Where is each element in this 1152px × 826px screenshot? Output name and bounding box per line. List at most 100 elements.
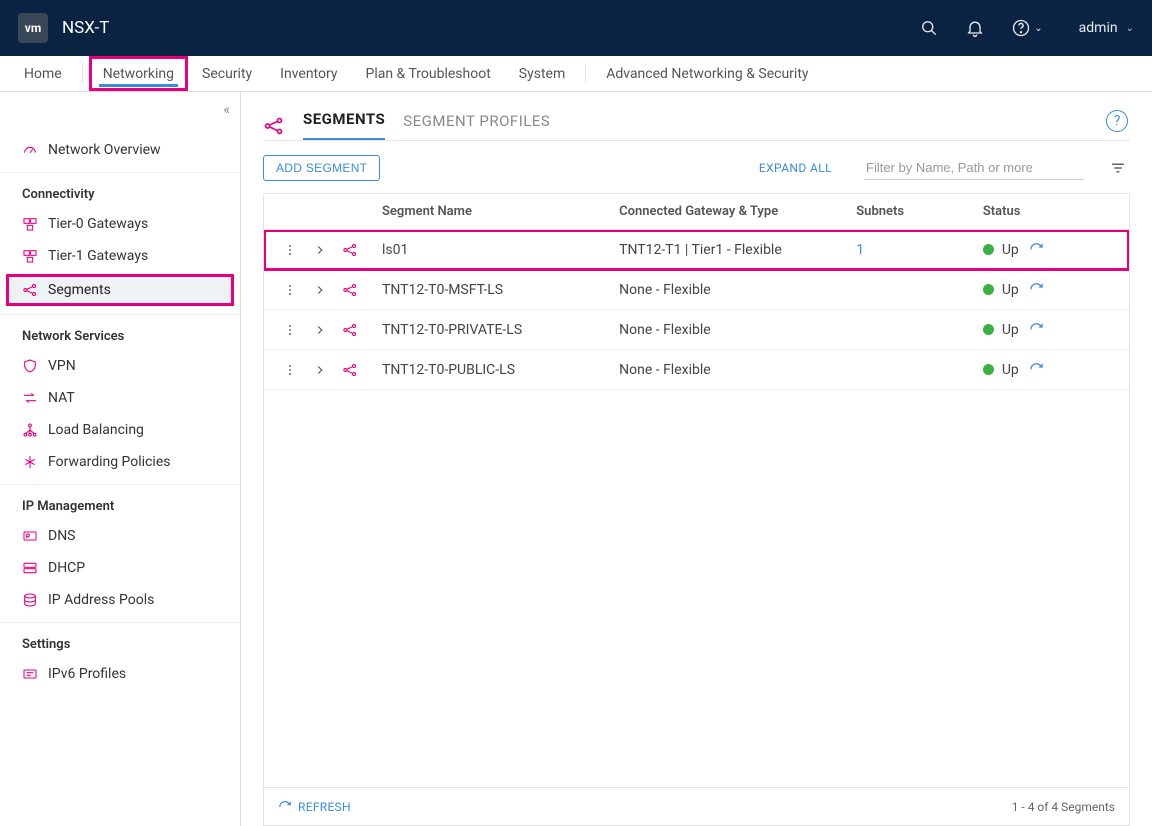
segments-icon xyxy=(263,115,285,137)
sidebar-vpn[interactable]: VPN xyxy=(0,350,240,382)
refresh-button[interactable]: REFRESH xyxy=(278,800,351,814)
main-panel: SEGMENTS SEGMENT PROFILES ? ADD SEGMENT … xyxy=(241,92,1152,826)
expand-row-icon[interactable] xyxy=(310,280,330,300)
expand-row-icon[interactable] xyxy=(310,360,330,380)
gateway-icon xyxy=(22,248,38,264)
nav-system[interactable]: System xyxy=(505,56,579,91)
filter-input[interactable] xyxy=(864,156,1084,180)
sidebar-segments[interactable]: Segments xyxy=(6,274,234,306)
row-count: 1 - 4 of 4 Segments xyxy=(1012,800,1115,814)
tab-segments[interactable]: SEGMENTS xyxy=(303,110,385,141)
col-segment-name[interactable]: Segment Name xyxy=(374,194,611,229)
segments-icon xyxy=(340,360,360,380)
expand-all-button[interactable]: EXPAND ALL xyxy=(759,161,832,175)
segment-name: TNT12-T0-MSFT-LS xyxy=(374,272,611,308)
subnets xyxy=(848,360,975,380)
tab-segment-profiles[interactable]: SEGMENT PROFILES xyxy=(403,112,550,140)
refresh-status-icon[interactable] xyxy=(1027,320,1047,340)
expand-row-icon[interactable] xyxy=(310,320,330,340)
status-text: Up xyxy=(1002,282,1019,298)
row-menu-icon[interactable] xyxy=(280,240,300,260)
row-menu-icon[interactable] xyxy=(280,360,300,380)
col-subnets[interactable]: Subnets xyxy=(848,194,975,229)
refresh-status-icon[interactable] xyxy=(1027,280,1047,300)
nav-inventory[interactable]: Inventory xyxy=(266,56,351,91)
gateway-icon xyxy=(22,216,38,232)
help-dropdown[interactable]: ⌄ xyxy=(1011,18,1042,38)
ip-pools-icon xyxy=(22,592,38,608)
nav-security[interactable]: Security xyxy=(188,56,266,91)
nav-networking[interactable]: Networking xyxy=(89,56,188,91)
row-menu-icon[interactable] xyxy=(280,280,300,300)
table-row: ls01 TNT12-T1 | Tier1 - Flexible 1 Up xyxy=(264,230,1129,270)
refresh-status-icon[interactable] xyxy=(1027,360,1047,380)
sidebar-ip-address-pools[interactable]: IP Address Pools xyxy=(0,584,240,616)
connected-gateway: None - Flexible xyxy=(611,352,848,388)
sidebar-load-balancing[interactable]: Load Balancing xyxy=(0,414,240,446)
nav-advanced[interactable]: Advanced Networking & Security xyxy=(592,56,822,91)
segments-table: Segment Name Connected Gateway & Type Su… xyxy=(263,193,1130,788)
sidebar-item-label: Load Balancing xyxy=(48,422,144,438)
segment-name: TNT12-T0-PRIVATE-LS xyxy=(374,312,611,348)
dhcp-icon xyxy=(22,560,38,576)
expand-row-icon[interactable] xyxy=(310,240,330,260)
sidebar-item-label: VPN xyxy=(48,358,76,374)
refresh-status-icon[interactable] xyxy=(1027,240,1047,260)
sidebar-item-label: Tier-1 Gateways xyxy=(48,248,148,264)
refresh-label: REFRESH xyxy=(298,800,351,814)
page-help-icon[interactable]: ? xyxy=(1106,110,1128,132)
segments-icon xyxy=(22,282,38,298)
sidebar-heading-connectivity: Connectivity xyxy=(0,179,240,208)
sidebar-heading-ip-management: IP Management xyxy=(0,491,240,520)
chevron-down-icon: ⌄ xyxy=(1034,23,1042,34)
chevron-down-icon: ⌄ xyxy=(1126,23,1134,34)
help-icon xyxy=(1011,18,1031,38)
collapse-sidebar-icon[interactable]: « xyxy=(223,102,230,118)
table-header: Segment Name Connected Gateway & Type Su… xyxy=(264,194,1129,230)
status-dot-icon xyxy=(983,324,994,335)
user-name: admin xyxy=(1079,20,1118,36)
tabs: SEGMENTS SEGMENT PROFILES ? xyxy=(263,110,1130,141)
segments-icon xyxy=(340,320,360,340)
gauge-icon xyxy=(22,142,38,158)
nav-plan-troubleshoot[interactable]: Plan & Troubleshoot xyxy=(351,56,504,91)
table-row: TNT12-T0-MSFT-LS None - Flexible Up xyxy=(264,270,1129,310)
sidebar-heading-network-services: Network Services xyxy=(0,321,240,350)
connected-gateway: TNT12-T1 | Tier1 - Flexible xyxy=(611,232,848,268)
user-menu[interactable]: admin ⌄ xyxy=(1069,20,1134,36)
sidebar-network-overview[interactable]: Network Overview xyxy=(0,134,240,166)
add-segment-button[interactable]: ADD SEGMENT xyxy=(263,155,380,181)
sidebar-dns[interactable]: DNS xyxy=(0,520,240,552)
filter-options-icon[interactable] xyxy=(1106,156,1130,180)
sidebar-dhcp[interactable]: DHCP xyxy=(0,552,240,584)
bell-icon[interactable] xyxy=(965,18,985,38)
status-dot-icon xyxy=(983,364,994,375)
segment-name: TNT12-T0-PUBLIC-LS xyxy=(374,352,611,388)
subnets[interactable]: 1 xyxy=(848,232,975,268)
table-footer: REFRESH 1 - 4 of 4 Segments xyxy=(263,788,1130,826)
profiles-icon xyxy=(22,666,38,682)
status-dot-icon xyxy=(983,284,994,295)
subnets xyxy=(848,320,975,340)
sidebar-item-label: NAT xyxy=(48,390,75,406)
subnets xyxy=(848,280,975,300)
status-text: Up xyxy=(1002,362,1019,378)
toolbar: ADD SEGMENT EXPAND ALL xyxy=(263,141,1130,193)
sidebar-ipv6-profiles[interactable]: IPv6 Profiles xyxy=(0,658,240,690)
segment-name: ls01 xyxy=(374,232,611,268)
col-connected-gateway[interactable]: Connected Gateway & Type xyxy=(611,194,848,229)
sidebar-tier0-gateways[interactable]: Tier-0 Gateways xyxy=(0,208,240,240)
sidebar-nat[interactable]: NAT xyxy=(0,382,240,414)
sidebar-forwarding-policies[interactable]: Forwarding Policies xyxy=(0,446,240,478)
primary-nav: Home Networking Security Inventory Plan … xyxy=(0,56,1152,92)
row-menu-icon[interactable] xyxy=(280,320,300,340)
col-status[interactable]: Status xyxy=(975,194,1129,229)
sidebar-tier1-gateways[interactable]: Tier-1 Gateways xyxy=(0,240,240,272)
nav-divider xyxy=(585,64,586,83)
sidebar-item-label: Segments xyxy=(48,282,111,298)
nav-home[interactable]: Home xyxy=(10,56,76,91)
sidebar-item-label: IPv6 Profiles xyxy=(48,666,126,682)
segments-icon xyxy=(340,280,360,300)
nat-icon xyxy=(22,390,38,406)
search-icon[interactable] xyxy=(919,18,939,38)
